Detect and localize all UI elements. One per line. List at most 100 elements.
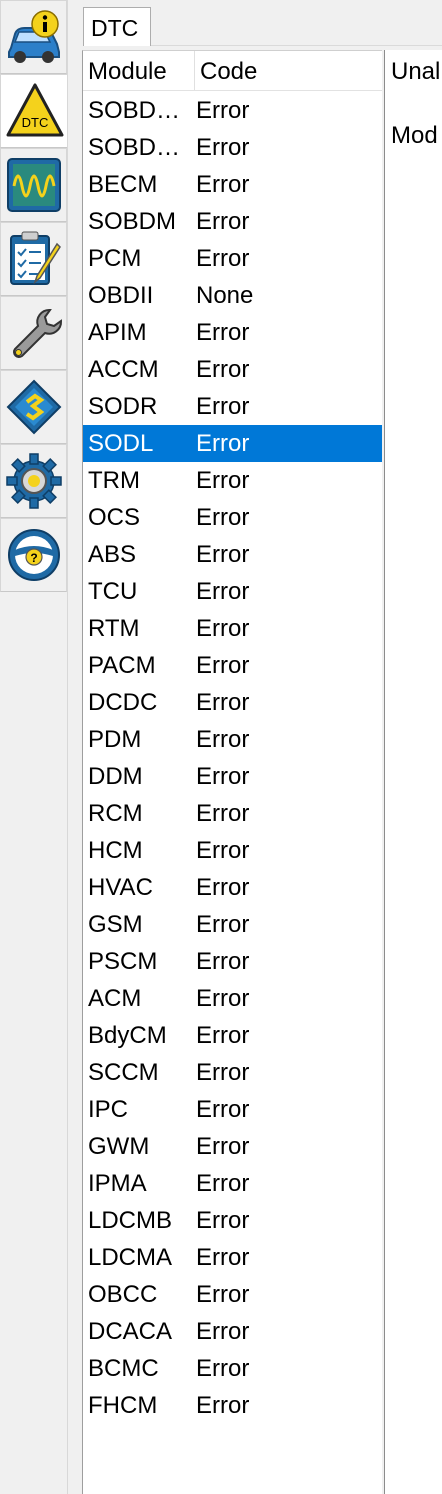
module-cell: APIM xyxy=(88,319,147,346)
table-row[interactable]: GSM Error xyxy=(83,906,382,943)
table-row[interactable]: LDCMA Error xyxy=(83,1239,382,1276)
code-cell: Error xyxy=(196,245,250,272)
list-rows: SOBDMC Error SOBDMB Error BECM Error SOBDM Erro… xyxy=(83,92,382,1424)
table-row[interactable]: PDM Error xyxy=(83,721,382,758)
table-row[interactable]: RCM Error xyxy=(83,795,382,832)
code-cell: Error xyxy=(196,1281,250,1308)
code-cell: Error xyxy=(196,615,250,642)
table-row[interactable]: HVAC Error xyxy=(83,869,382,906)
code-cell: Error xyxy=(196,837,250,864)
module-cell: DCDC xyxy=(88,689,158,716)
column-header-module[interactable]: Module xyxy=(83,51,195,90)
module-cell: SODR xyxy=(88,393,158,420)
svg-text:?: ? xyxy=(30,551,37,565)
tab-dtc[interactable]: DTC xyxy=(83,7,151,46)
help-button[interactable]: ? xyxy=(0,518,67,592)
module-cell: OBDII xyxy=(88,282,154,309)
dtc-warning-icon: DTC xyxy=(6,83,63,137)
code-cell: Error xyxy=(196,763,250,790)
table-row[interactable]: DCACA Error xyxy=(83,1313,382,1350)
table-row[interactable]: OCS Error xyxy=(83,499,382,536)
table-row[interactable]: SOBDM Error xyxy=(83,203,382,240)
code-cell: Error xyxy=(196,1244,250,1271)
checklist-icon xyxy=(9,231,61,285)
checklist-button[interactable] xyxy=(0,222,67,296)
table-row[interactable]: IPC Error xyxy=(83,1091,382,1128)
module-cell: TRM xyxy=(88,467,140,494)
list-header: Module Code xyxy=(83,51,382,91)
wrench-icon xyxy=(12,309,62,358)
table-row[interactable]: SCCM Error xyxy=(83,1054,382,1091)
table-row[interactable]: SODL Error xyxy=(83,425,382,462)
code-cell: None xyxy=(196,282,254,309)
code-cell: Error xyxy=(196,356,250,383)
table-row[interactable]: OBDII None xyxy=(83,277,382,314)
module-cell: PCM xyxy=(88,245,142,272)
table-row[interactable]: BCMC Error xyxy=(83,1350,382,1387)
code-cell: Error xyxy=(196,97,250,124)
module-cell: RCM xyxy=(88,800,143,827)
module-cell: GWM xyxy=(88,1133,150,1160)
table-row[interactable]: APIM Error xyxy=(83,314,382,351)
code-cell: Error xyxy=(196,430,250,457)
module-cell: TCU xyxy=(88,578,138,605)
code-cell: Error xyxy=(196,726,250,753)
code-cell: Error xyxy=(196,1207,250,1234)
car-info-icon xyxy=(7,10,60,63)
table-row[interactable]: OBCC Error xyxy=(83,1276,382,1313)
code-cell: Error xyxy=(196,319,250,346)
code-cell: Error xyxy=(196,1392,250,1419)
service-button[interactable] xyxy=(0,296,67,370)
code-cell: Error xyxy=(196,948,250,975)
code-cell: Error xyxy=(196,504,250,531)
table-row[interactable]: DCDC Error xyxy=(83,684,382,721)
table-row[interactable]: ACM Error xyxy=(83,980,382,1017)
module-cell: IPMA xyxy=(88,1170,147,1197)
code-cell: Error xyxy=(196,541,250,568)
table-row[interactable]: FHCM Error xyxy=(83,1387,382,1424)
live-data-button[interactable] xyxy=(0,148,67,222)
module-list[interactable]: Module Code SOBDMC Error SOBDMB Error BECM Er… xyxy=(82,50,382,1494)
module-cell: ACCM xyxy=(88,356,159,383)
module-cell: SCCM xyxy=(88,1059,159,1086)
table-row[interactable]: TCU Error xyxy=(83,573,382,610)
dtc-button[interactable]: DTC xyxy=(0,74,68,148)
code-cell: Error xyxy=(196,171,250,198)
table-row[interactable]: BdyCM Error xyxy=(83,1017,382,1054)
table-row[interactable]: SODR Error xyxy=(83,388,382,425)
module-cell: FHCM xyxy=(88,1392,158,1419)
code-cell: Error xyxy=(196,467,250,494)
code-cell: Error xyxy=(196,134,250,161)
module-cell: PDM xyxy=(88,726,142,753)
code-cell: Error xyxy=(196,1318,250,1345)
steering-help-icon: ? xyxy=(7,529,60,581)
svg-text:DTC: DTC xyxy=(21,115,48,130)
table-row[interactable]: LDCMB Error xyxy=(83,1202,382,1239)
table-row[interactable]: SOBDMB Error xyxy=(83,129,382,166)
table-row[interactable]: PSCM Error xyxy=(83,943,382,980)
code-cell: Error xyxy=(196,578,250,605)
table-row[interactable]: TRM Error xyxy=(83,462,382,499)
table-row[interactable]: BECM Error xyxy=(83,166,382,203)
table-row[interactable]: PCM Error xyxy=(83,240,382,277)
module-cell: IPC xyxy=(88,1096,129,1123)
table-row[interactable]: DDM Error xyxy=(83,758,382,795)
column-header-code[interactable]: Code xyxy=(195,51,382,90)
table-row[interactable]: SOBDMC Error xyxy=(83,92,382,129)
module-cell: RTM xyxy=(88,615,140,642)
module-cell: SOBDMB xyxy=(88,134,191,161)
settings-button[interactable] xyxy=(0,444,67,518)
table-row[interactable]: GWM Error xyxy=(83,1128,382,1165)
gear-icon xyxy=(5,453,62,509)
table-row[interactable]: RTM Error xyxy=(83,610,382,647)
table-row[interactable]: HCM Error xyxy=(83,832,382,869)
code-cell: Error xyxy=(196,911,250,938)
table-row[interactable]: ABS Error xyxy=(83,536,382,573)
vehicle-info-button[interactable] xyxy=(0,0,67,74)
programming-button[interactable] xyxy=(0,370,67,444)
table-row[interactable]: PACM Error xyxy=(83,647,382,684)
table-row[interactable]: ACCM Error xyxy=(83,351,382,388)
module-cell: HVAC xyxy=(88,874,153,901)
table-row[interactable]: IPMA Error xyxy=(83,1165,382,1202)
code-cell: Error xyxy=(196,1355,250,1382)
